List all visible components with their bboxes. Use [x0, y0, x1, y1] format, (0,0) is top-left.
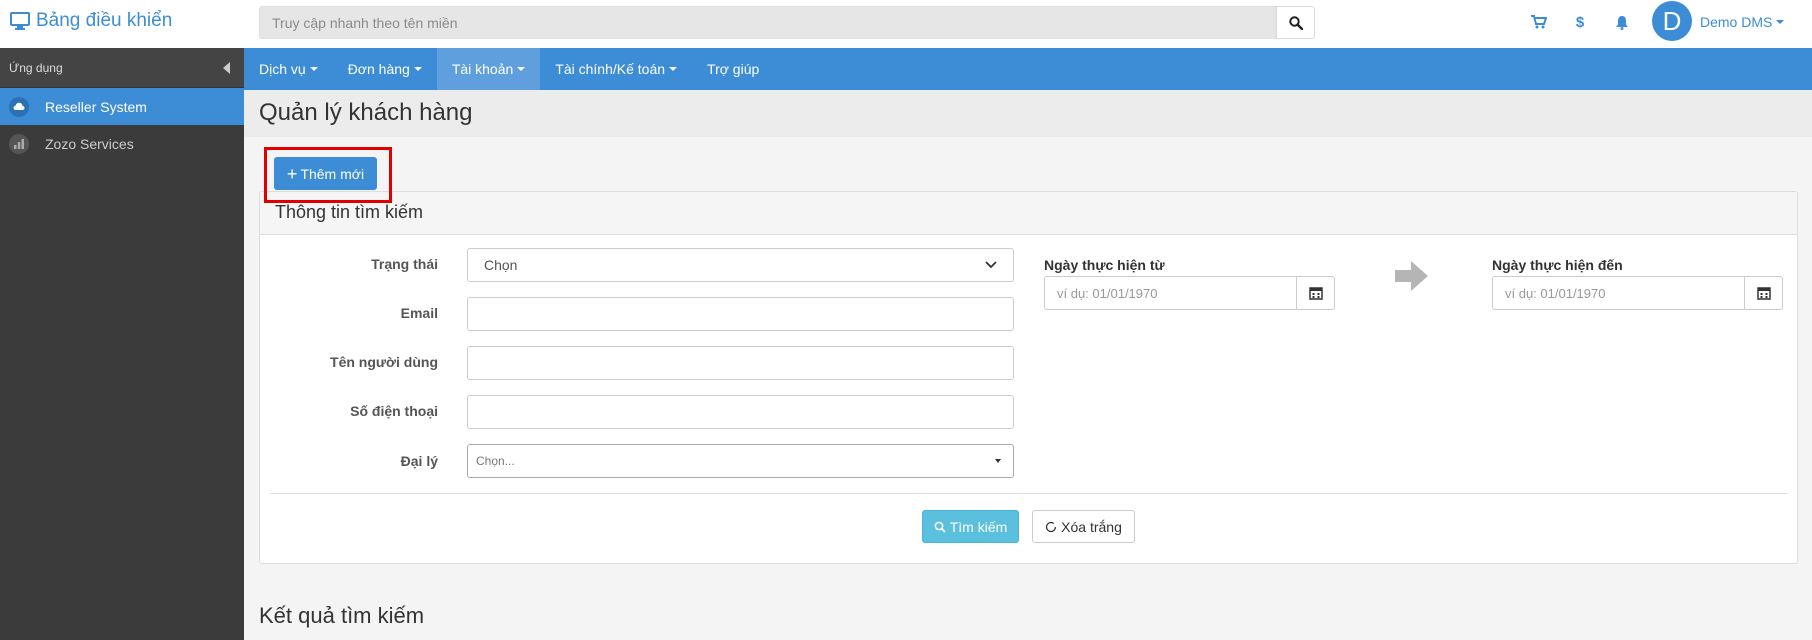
avatar-initial: D	[1662, 5, 1682, 36]
nav-item-label: Đơn hàng	[347, 61, 410, 77]
search-submit-label: Tìm kiếm	[949, 518, 1008, 535]
nav-item-label: Tài chính/Kế toán	[555, 61, 666, 77]
cloud-icon	[9, 96, 29, 117]
bell-icon	[1616, 15, 1628, 30]
date-to-input[interactable]	[1492, 276, 1745, 310]
chevron-down-icon	[309, 67, 318, 71]
arrow-right-icon	[1395, 261, 1428, 291]
date-from-label: Ngày thực hiện từ	[1044, 257, 1165, 273]
monitor-icon	[10, 12, 30, 30]
search-input[interactable]	[259, 6, 1276, 39]
phone-field[interactable]	[467, 395, 1014, 429]
billing-button[interactable]: $	[1570, 12, 1590, 32]
date-from-calendar-button[interactable]	[1296, 276, 1335, 310]
chevron-down-icon	[413, 67, 422, 71]
avatar[interactable]: D	[1652, 1, 1692, 41]
agent-value: Chọn...	[476, 454, 515, 468]
panel-title: Thông tin tìm kiếm	[260, 192, 1797, 235]
nav-item-services[interactable]: Dịch vụ	[244, 48, 333, 90]
sidebar-heading: Ứng dụng	[9, 61, 63, 75]
nav-item-label: Tài khoản	[451, 61, 514, 77]
refresh-icon	[1045, 521, 1057, 532]
agent-label: Đại lý	[400, 453, 438, 469]
sidebar-item-label: Reseller System	[45, 98, 147, 115]
nav-item-accounts[interactable]: Tài khoản	[436, 48, 541, 90]
nav-item-finance[interactable]: Tài chính/Kế toán	[540, 48, 692, 90]
user-name: Demo DMS	[1700, 14, 1773, 30]
reset-label: Xóa trắng	[1061, 518, 1122, 535]
chevron-down-icon	[1776, 20, 1785, 24]
search-icon	[934, 521, 946, 533]
status-label: Trạng thái	[371, 256, 438, 272]
add-new-button[interactable]: + Thêm mới	[274, 157, 377, 190]
page-title: Quản lý khách hàng	[259, 99, 473, 126]
form-divider	[270, 493, 1787, 494]
add-new-label: Thêm mới	[300, 165, 365, 182]
main-nav: Dịch vụ Đơn hàng Tài khoản Tài chính/Kế …	[244, 48, 1812, 90]
nav-item-label: Trợ giúp	[707, 61, 760, 77]
nav-item-help[interactable]: Trợ giúp	[692, 48, 774, 90]
sidebar-item-label: Zozo Services	[45, 135, 134, 152]
user-menu[interactable]: Demo DMS	[1700, 14, 1785, 30]
date-from-input[interactable]	[1044, 276, 1297, 310]
sidebar-item-reseller-system[interactable]: Reseller System	[0, 88, 244, 125]
notifications-button[interactable]	[1612, 12, 1632, 32]
top-bar: Bảng điều khiển $ D Demo DMS	[0, 0, 1812, 48]
cart-icon	[1531, 15, 1547, 29]
sidebar: Ứng dụng Reseller System Zozo Services	[0, 48, 244, 640]
search-icon	[1288, 15, 1303, 30]
date-to-calendar-button[interactable]	[1744, 276, 1783, 310]
search-submit-button[interactable]: Tìm kiếm	[922, 510, 1019, 543]
status-select[interactable]: Chọn	[467, 248, 1014, 282]
email-field[interactable]	[467, 297, 1014, 331]
date-to-label: Ngày thực hiện đến	[1492, 257, 1623, 273]
brand-title: Bảng điều khiển	[36, 10, 173, 31]
status-value: Chọn	[484, 257, 518, 273]
calendar-icon	[1308, 287, 1323, 300]
phone-label: Số điện thoại	[350, 403, 438, 419]
search-button[interactable]	[1276, 6, 1315, 39]
brand-link[interactable]: Bảng điều khiển	[10, 10, 172, 32]
agent-select[interactable]: Chọn...	[467, 444, 1014, 478]
nav-item-label: Dịch vụ	[259, 61, 306, 77]
nav-item-orders[interactable]: Đơn hàng	[333, 48, 437, 90]
zozo-logo-icon	[9, 133, 29, 154]
plus-icon: +	[286, 163, 298, 184]
email-label: Email	[400, 305, 438, 321]
dollar-icon: $	[1575, 13, 1585, 31]
chevron-down-icon	[669, 67, 678, 71]
collapse-sidebar-icon[interactable]	[223, 62, 230, 74]
reset-button[interactable]: Xóa trắng	[1032, 510, 1135, 543]
quick-search	[259, 6, 1315, 39]
caret-down-icon	[995, 459, 1001, 463]
sidebar-item-zozo-services[interactable]: Zozo Services	[0, 125, 244, 162]
cart-button[interactable]	[1529, 12, 1549, 32]
results-title: Kết quả tìm kiếm	[259, 603, 425, 628]
chevron-down-icon	[985, 261, 997, 269]
sidebar-header: Ứng dụng	[0, 48, 244, 88]
chevron-down-icon	[517, 67, 526, 71]
username-field[interactable]	[467, 346, 1014, 380]
username-label: Tên người dùng	[330, 354, 438, 370]
calendar-icon	[1756, 287, 1771, 300]
